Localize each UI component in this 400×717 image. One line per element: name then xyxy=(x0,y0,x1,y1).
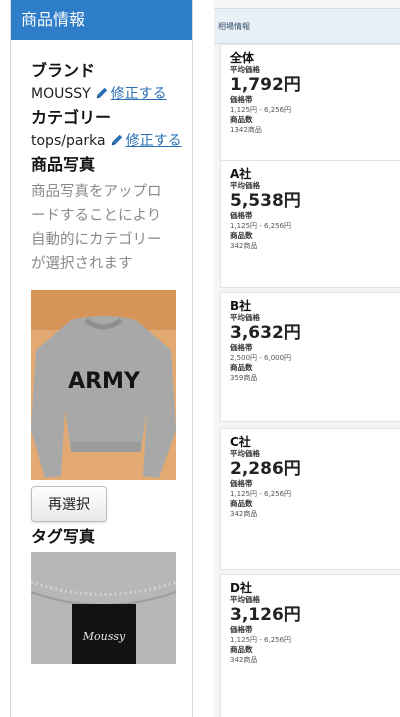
market-card-overall: 全体 平均価格 1,792円 価格帯 1,125円 - 6,256円 商品数 1… xyxy=(220,44,400,166)
price-range-label: 価格帯 xyxy=(230,625,253,634)
brand-row: MOUSSY 修正する xyxy=(31,83,192,105)
panel-header-product-info: 商品情報 xyxy=(11,0,192,40)
item-count-value: 342商品 xyxy=(230,656,258,664)
price-range-value: 1,125円 - 6,256円 xyxy=(230,490,292,498)
avg-price-label: 平均価格 xyxy=(230,449,260,458)
avg-price-value: 3,126円 xyxy=(230,605,301,625)
avg-price-value: 3,632円 xyxy=(230,323,301,343)
price-range-value: 1,125円 - 6,256円 xyxy=(230,106,292,114)
item-count-value: 342商品 xyxy=(230,510,258,518)
market-card-a: A社 平均価格 5,538円 価格帯 1,125円 - 6,256円 商品数 3… xyxy=(220,160,400,288)
avg-price-label: 平均価格 xyxy=(230,65,260,74)
sweatshirt-image: ARMY xyxy=(31,290,176,480)
item-count-value: 342商品 xyxy=(230,242,258,250)
tag-photo-label: タグ写真 xyxy=(31,527,96,546)
reselect-button[interactable]: 再選択 xyxy=(31,486,107,522)
pencil-icon[interactable] xyxy=(110,133,124,147)
avg-price-value: 5,538円 xyxy=(230,191,301,211)
brand-label: ブランド xyxy=(31,61,96,80)
moussy-brand-mark: Moussy xyxy=(82,630,126,643)
item-count-label: 商品数 xyxy=(230,363,253,372)
item-count-label: 商品数 xyxy=(230,115,253,124)
card-title: 全体 xyxy=(230,51,255,65)
product-info-body: ブランド MOUSSY 修正する カテゴリー tops/parka 修正する 商品写… xyxy=(11,40,192,664)
avg-price-value: 2,286円 xyxy=(230,459,301,479)
tag-photo[interactable]: Moussy xyxy=(31,552,176,664)
avg-price-label: 平均価格 xyxy=(230,595,260,604)
item-count-value: 1342商品 xyxy=(230,126,262,134)
avg-price-label: 平均価格 xyxy=(230,313,260,322)
market-info-panel: 相場情報 全体 平均価格 1,792円 価格帯 1,125円 - 6,256円 … xyxy=(214,0,400,717)
edit-brand-link[interactable]: 修正する xyxy=(111,86,167,102)
card-title: C社 xyxy=(230,435,251,449)
price-range-label: 価格帯 xyxy=(230,479,253,488)
army-print: ARMY xyxy=(68,369,141,394)
item-count-value: 359商品 xyxy=(230,374,258,382)
panel-header-market-info: 相場情報 xyxy=(214,8,400,44)
item-count-label: 商品数 xyxy=(230,499,253,508)
price-range-value: 2,500円 - 6,000円 xyxy=(230,354,292,362)
card-title: D社 xyxy=(230,581,252,595)
price-range-label: 価格帯 xyxy=(230,343,253,352)
photo-upload-description: 商品写真をアップロードすることにより自動的にカテゴリーが選択されます xyxy=(31,184,162,272)
category-label: カテゴリー xyxy=(31,108,112,127)
avg-price-value: 1,792円 xyxy=(230,75,301,95)
market-card-c: C社 平均価格 2,286円 価格帯 1,125円 - 6,256円 商品数 3… xyxy=(220,428,400,570)
edit-category-link[interactable]: 修正する xyxy=(126,133,182,149)
card-title: B社 xyxy=(230,299,252,313)
item-count-label: 商品数 xyxy=(230,645,253,654)
item-count-label: 商品数 xyxy=(230,231,253,240)
product-photo[interactable]: ARMY xyxy=(31,290,176,480)
price-range-value: 1,125円 - 6,256円 xyxy=(230,636,292,644)
brand-value: MOUSSY xyxy=(31,86,91,102)
market-card-d: D社 平均価格 3,126円 価格帯 1,125円 - 6,256円 商品数 3… xyxy=(220,574,400,717)
price-range-value: 1,125円 - 6,256円 xyxy=(230,222,292,230)
pencil-icon[interactable] xyxy=(95,86,109,100)
product-photo-label: 商品写真 xyxy=(31,155,96,174)
price-range-label: 価格帯 xyxy=(230,95,253,104)
category-row: tops/parka 修正する xyxy=(31,130,192,152)
tag-image: Moussy xyxy=(31,552,176,664)
card-title: A社 xyxy=(230,167,252,181)
market-card-b: B社 平均価格 3,632円 価格帯 2,500円 - 6,000円 商品数 3… xyxy=(220,292,400,422)
price-range-label: 価格帯 xyxy=(230,211,253,220)
product-info-panel: 商品情報 ブランド MOUSSY 修正する カテゴリー tops/parka 修正す… xyxy=(10,0,193,717)
avg-price-label: 平均価格 xyxy=(230,181,260,190)
category-value: tops/parka xyxy=(31,133,106,149)
